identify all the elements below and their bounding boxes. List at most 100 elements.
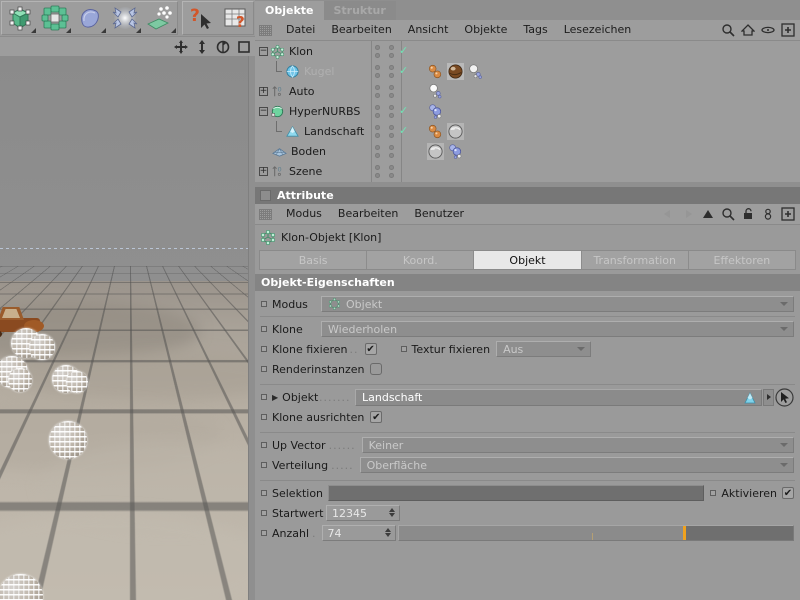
make-editable-cube-button[interactable] xyxy=(2,2,37,34)
visibility-editor-dot[interactable] xyxy=(375,141,380,161)
viewport-scrollbar[interactable] xyxy=(248,56,255,600)
klone-dropdown[interactable]: Wiederholen xyxy=(321,321,794,337)
forward-arrow-icon[interactable] xyxy=(680,207,695,222)
maximize-icon[interactable] xyxy=(236,39,251,54)
plus-box-icon[interactable] xyxy=(780,23,795,38)
param-bullet[interactable] xyxy=(261,346,267,352)
lock-icon[interactable] xyxy=(740,207,755,222)
expand-icon[interactable]: + xyxy=(259,87,268,96)
aktivieren-checkbox[interactable]: ✔ xyxy=(782,487,794,499)
textur-fixieren-dropdown[interactable]: Aus xyxy=(496,341,591,357)
klone-ausrichten-checkbox[interactable]: ✔ xyxy=(370,411,382,423)
object-tree-row[interactable]: −Klon✓ xyxy=(255,41,800,61)
phong-icon[interactable] xyxy=(467,63,484,80)
anzahl-slider-knob[interactable] xyxy=(683,526,686,540)
menu-bearbeiten[interactable]: Bearbeiten xyxy=(323,20,399,40)
visibility-editor-dot[interactable] xyxy=(375,41,380,61)
enabled-check-icon[interactable]: ✓ xyxy=(399,64,408,77)
param-bullet[interactable] xyxy=(261,530,267,536)
object-tree-row[interactable]: Kugel✓ xyxy=(255,61,800,81)
param-bullet[interactable] xyxy=(261,462,267,468)
help-cursor-button[interactable]: ? xyxy=(183,2,218,34)
home-icon[interactable] xyxy=(740,23,755,38)
menu-modus[interactable]: Modus xyxy=(278,204,330,224)
help-table-button[interactable]: ? xyxy=(218,2,253,34)
expand-triangle-icon[interactable]: ▶ xyxy=(272,393,278,402)
clone-sphere[interactable] xyxy=(29,334,55,360)
expand-icon[interactable]: + xyxy=(259,167,268,176)
param-bullet[interactable] xyxy=(401,346,407,352)
pick-arrow-icon[interactable] xyxy=(775,388,794,407)
anzahl-input[interactable]: 74 xyxy=(322,525,396,541)
clone-sphere[interactable] xyxy=(49,421,87,459)
chain-icon[interactable] xyxy=(760,207,775,222)
enabled-check-icon[interactable]: ✓ xyxy=(399,124,408,137)
blue-material-icon[interactable] xyxy=(427,103,444,120)
visibility-render-dot[interactable] xyxy=(389,41,394,61)
attribute-tab-effektoren[interactable]: Effektoren xyxy=(689,251,795,269)
search-icon[interactable] xyxy=(720,23,735,38)
startwert-input[interactable]: 12345 xyxy=(326,505,400,521)
mograph-arrows-button[interactable] xyxy=(107,2,142,34)
menu-tags[interactable]: Tags xyxy=(515,20,555,40)
eye-icon[interactable] xyxy=(760,23,775,38)
back-arrow-icon[interactable] xyxy=(660,207,675,222)
visibility-render-dot[interactable] xyxy=(389,61,394,81)
panel-collapse-box[interactable] xyxy=(260,190,271,201)
selektion-input[interactable] xyxy=(328,485,704,501)
object-manager-tree[interactable]: −Klon✓Kugel✓+0Auto−HyperNURBS✓Landschaft… xyxy=(255,41,800,187)
menu-ansicht[interactable]: Ansicht xyxy=(400,20,457,40)
param-bullet[interactable] xyxy=(710,490,716,496)
clone-sphere[interactable] xyxy=(66,371,88,393)
anzahl-stepper[interactable] xyxy=(385,528,391,537)
visibility-render-dot[interactable] xyxy=(389,81,394,101)
object-tree-row[interactable]: +0Szene xyxy=(255,161,800,181)
visibility-render-dot[interactable] xyxy=(389,121,394,141)
object-tree-row[interactable]: Boden xyxy=(255,141,800,161)
menu-benutzer[interactable]: Benutzer xyxy=(406,204,472,224)
texture-sphere-icon[interactable] xyxy=(447,63,464,80)
search-icon[interactable] xyxy=(720,207,735,222)
verteilung-dropdown[interactable]: Oberfläche xyxy=(360,457,794,473)
phong-grey-icon[interactable] xyxy=(447,123,464,140)
param-bullet[interactable] xyxy=(261,366,267,372)
objekt-expand-button[interactable] xyxy=(763,389,774,406)
material-orange-icon[interactable] xyxy=(427,63,444,80)
pan-icon[interactable] xyxy=(173,39,188,54)
menu-gripper[interactable] xyxy=(259,209,272,220)
visibility-render-dot[interactable] xyxy=(389,161,394,181)
menu-datei[interactable]: Datei xyxy=(278,20,323,40)
collapse-icon[interactable]: − xyxy=(259,47,268,56)
up-arrow-icon[interactable] xyxy=(700,207,715,222)
param-bullet[interactable] xyxy=(261,490,267,496)
object-tree-row[interactable]: Landschaft✓ xyxy=(255,121,800,141)
param-bullet[interactable] xyxy=(261,326,267,332)
anzahl-slider[interactable] xyxy=(398,525,794,541)
param-bullet[interactable] xyxy=(261,301,267,307)
object-manager-hscrollbar[interactable] xyxy=(255,182,800,187)
collapse-icon[interactable]: − xyxy=(259,107,268,116)
clone-sphere[interactable] xyxy=(8,368,32,392)
visibility-render-dot[interactable] xyxy=(389,141,394,161)
visibility-render-dot[interactable] xyxy=(389,101,394,121)
rotate-icon[interactable] xyxy=(215,39,230,54)
attribute-tab-koord[interactable]: Koord. xyxy=(367,251,474,269)
menu-bearbeiten[interactable]: Bearbeiten xyxy=(330,204,406,224)
param-bullet[interactable] xyxy=(261,414,267,420)
particles-button[interactable] xyxy=(142,2,177,34)
material-orange-icon[interactable] xyxy=(427,123,444,140)
renderinstanzen-checkbox[interactable] xyxy=(370,363,382,375)
polygon-cluster-button[interactable] xyxy=(37,2,72,34)
visibility-editor-dot[interactable] xyxy=(375,101,380,121)
visibility-editor-dot[interactable] xyxy=(375,81,380,101)
param-bullet[interactable] xyxy=(261,510,267,516)
phong-white-icon[interactable] xyxy=(427,83,444,100)
dolly-icon[interactable] xyxy=(194,39,209,54)
object-tree-row[interactable]: −HyperNURBS✓ xyxy=(255,101,800,121)
objekt-link-field[interactable]: Landschaft xyxy=(355,389,762,406)
attribute-tab-transformation[interactable]: Transformation xyxy=(582,251,689,269)
menu-gripper[interactable] xyxy=(259,25,272,36)
startwert-stepper[interactable] xyxy=(389,508,395,517)
enabled-check-icon[interactable]: ✓ xyxy=(399,104,408,117)
attribute-tab-objekt[interactable]: Objekt xyxy=(474,251,581,269)
